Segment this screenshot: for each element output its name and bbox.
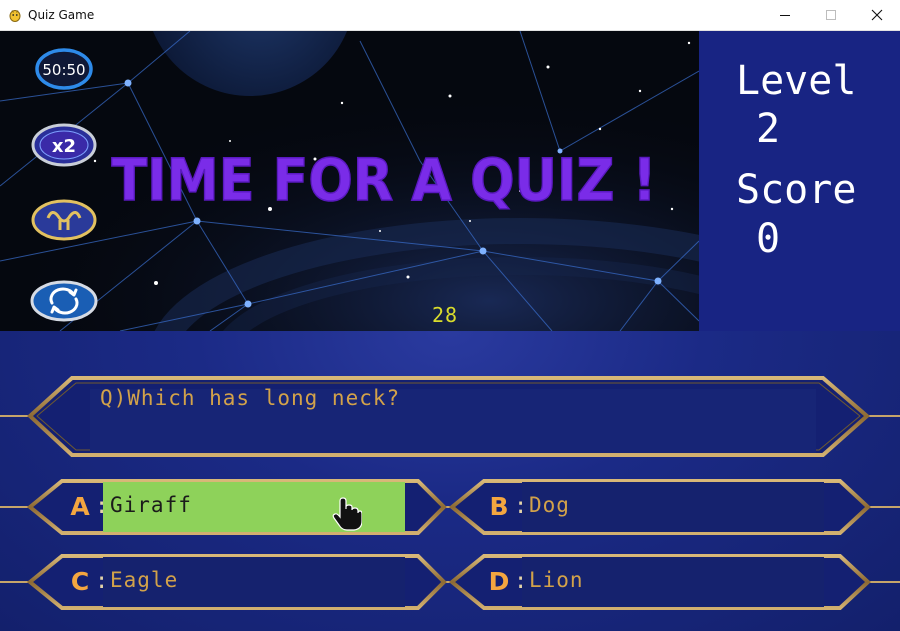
- score-value: 0: [756, 216, 781, 262]
- banner-scene: TIME FOR A QUIZ ! 50:50 x2 28: [0, 31, 699, 331]
- answer-b-button[interactable]: Dog: [522, 482, 824, 532]
- ask-expert-icon: [31, 199, 97, 241]
- score-label: Score: [736, 167, 857, 213]
- close-button[interactable]: [854, 0, 900, 30]
- lifeline-switch-question-button[interactable]: [30, 279, 98, 323]
- window-title: Quiz Game: [28, 8, 95, 22]
- answer-c-colon: :: [95, 567, 108, 597]
- stats-panel: Level 2 Score 0: [699, 31, 900, 331]
- answer-a-letter: A: [70, 492, 90, 521]
- answer-c-text: Eagle: [110, 568, 179, 592]
- question-board: Q)Which has long neck? A : Giraff B : Do…: [0, 331, 900, 631]
- switch-question-icon: [30, 280, 98, 322]
- hand-cursor-icon: [332, 497, 362, 531]
- answer-c-button[interactable]: Eagle: [103, 557, 405, 607]
- answer-d-button[interactable]: Lion: [522, 557, 824, 607]
- answer-d-colon: :: [514, 567, 527, 597]
- window-titlebar: Quiz Game: [0, 0, 900, 31]
- minimize-icon: [780, 15, 790, 16]
- answer-d-letter: D: [488, 567, 510, 596]
- fifty-fifty-label: 50:50: [42, 61, 85, 79]
- answer-a-text: Giraff: [110, 493, 192, 517]
- answer-b-colon: :: [514, 492, 527, 522]
- answer-c-letter: C: [70, 567, 90, 596]
- question-text: Q)Which has long neck?: [100, 386, 401, 410]
- level-value: 2: [756, 106, 781, 152]
- answer-b-letter: B: [489, 492, 509, 521]
- fifty-fifty-icon: 50:50: [35, 48, 93, 90]
- answer-d-text: Lion: [529, 568, 584, 592]
- level-label: Level: [736, 58, 857, 104]
- maximize-button[interactable]: [808, 0, 854, 30]
- timer-text: 28: [431, 303, 459, 327]
- minimize-button[interactable]: [762, 0, 808, 30]
- double-dip-label: x2: [52, 136, 76, 157]
- close-icon: [871, 9, 883, 21]
- quiz-title-graphic: TIME FOR A QUIZ !: [111, 145, 658, 215]
- double-dip-icon: x2: [31, 123, 97, 167]
- pygame-app-icon: [9, 10, 21, 22]
- answer-a-colon: :: [95, 492, 108, 522]
- answer-b-text: Dog: [529, 493, 570, 517]
- lifeline-ask-expert-button[interactable]: [30, 198, 98, 242]
- lifeline-double-dip-button[interactable]: x2: [30, 123, 98, 167]
- lifeline-fifty-fifty-button[interactable]: 50:50: [30, 47, 98, 91]
- quiz-title-text: TIME FOR A QUIZ !: [112, 146, 657, 214]
- maximize-icon: [826, 10, 836, 20]
